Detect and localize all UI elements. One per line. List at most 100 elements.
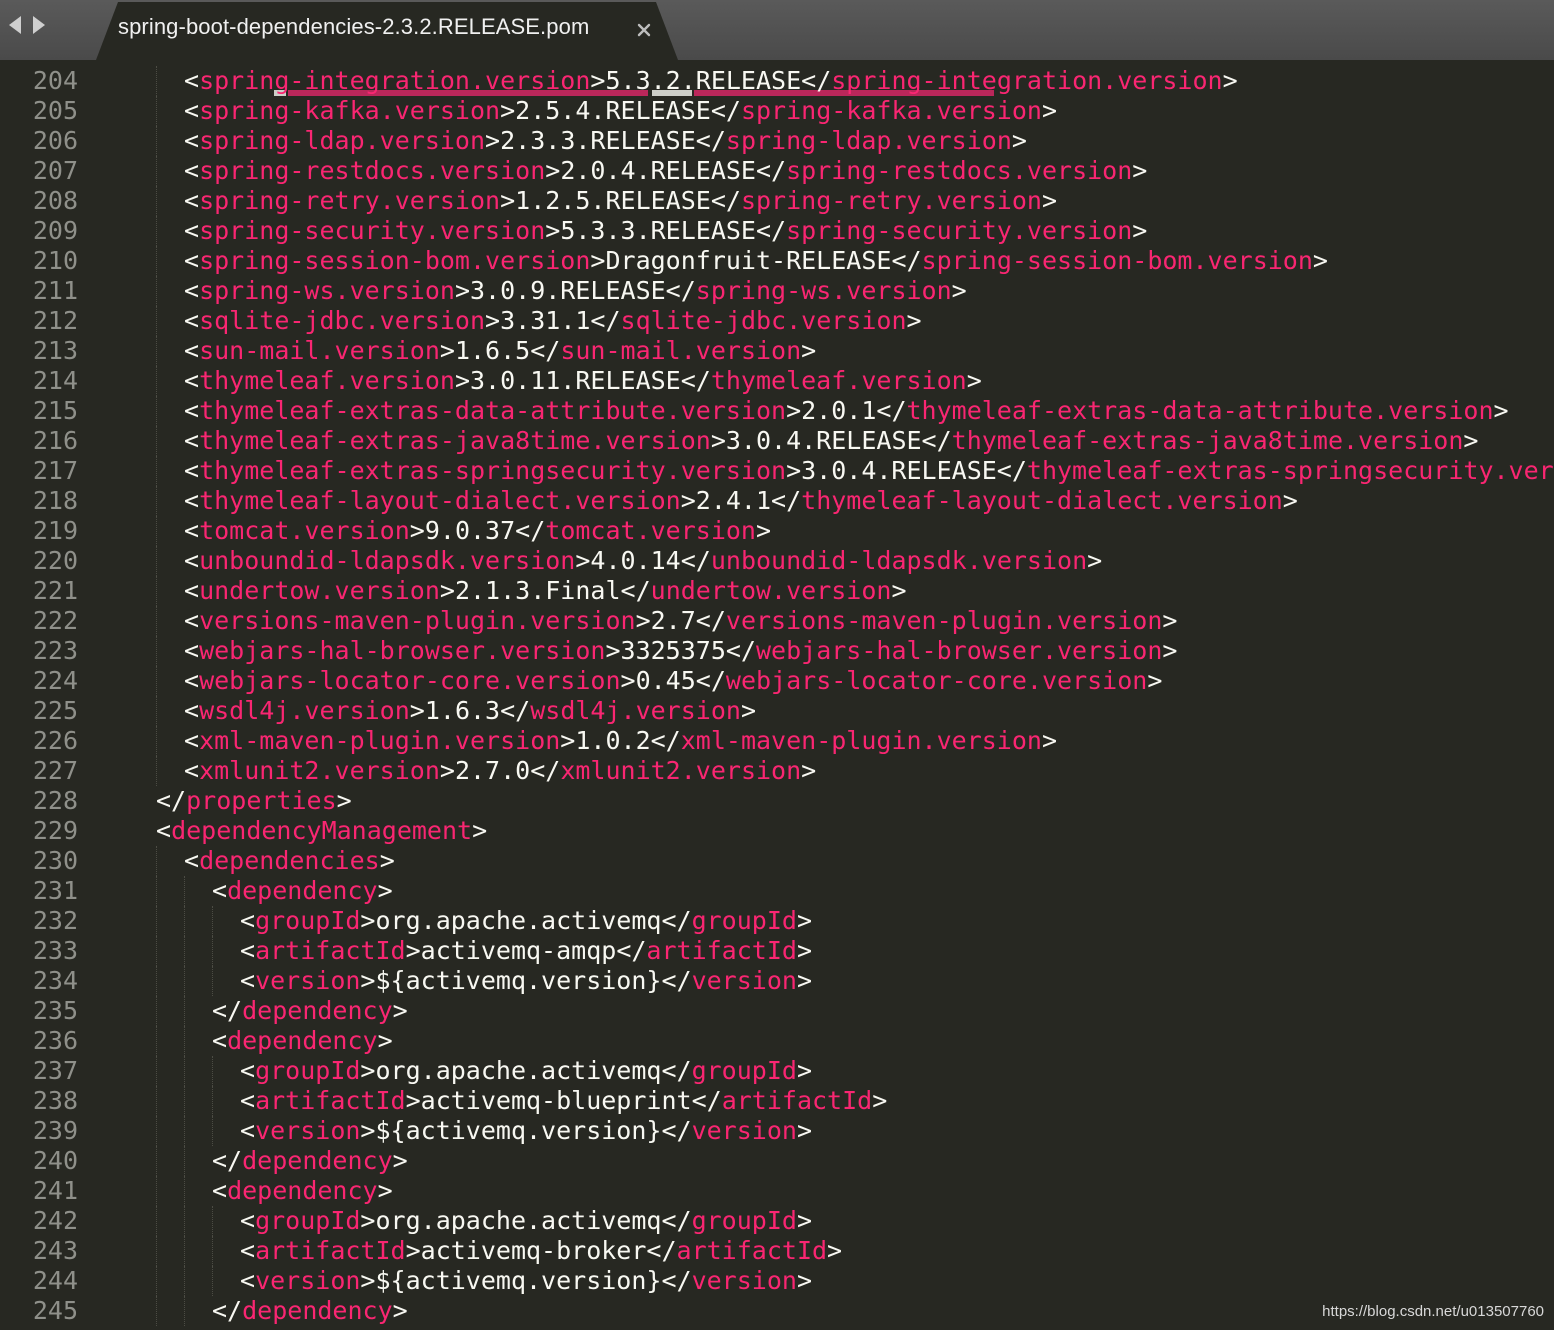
tag-name: spring-ldap.version [725,126,1012,155]
punctuation: < [184,606,200,635]
tag-name: thymeleaf-extras-springsecurity.version [199,456,787,485]
punctuation: </ [710,96,741,125]
punctuation: < [184,456,200,485]
tag-name: version [255,966,361,995]
line-number: 212 [32,306,78,335]
punctuation: < [184,126,200,155]
code-line: </dependency> [212,1296,408,1326]
code-line: <spring-session-bom.version>Dragonfruit-… [184,246,1328,276]
tag-name: artifactId [676,1236,828,1265]
line-number: 211 [32,276,78,305]
punctuation: > [377,1026,393,1055]
text-value: 2.5.4.RELEASE [515,96,711,125]
code-line: <dependency> [212,1026,393,1056]
punctuation: </ [876,396,907,425]
text-value: 4.0.14 [590,546,681,575]
indent-guide [184,876,185,906]
punctuation: > [500,96,516,125]
punctuation: > [796,1206,812,1235]
punctuation: > [360,1056,376,1085]
code-line: </properties> [156,786,352,816]
indent-guide [184,1176,185,1206]
punctuation: > [796,936,812,965]
tag-name: unboundid-ldapsdk.version [710,546,1088,575]
line-number: 210 [32,246,78,275]
tag-name: webjars-locator-core.version [725,666,1148,695]
indent-guide [156,726,157,756]
tag-name: artifactId [255,1236,406,1265]
tag-name: webjars-locator-core.version [199,666,621,695]
indent-guide [156,1146,157,1176]
punctuation: > [801,756,817,785]
punctuation: </ [661,1116,692,1145]
tab-title[interactable]: spring-boot-dependencies-2.3.2.RELEASE.p… [118,14,589,40]
text-value: ${activemq.version} [375,966,662,995]
punctuation: < [184,666,200,695]
code-area[interactable]: <spring-integration.version>5.3.2.RELEAS… [100,60,1554,1330]
chevron-left-icon[interactable] [6,14,24,36]
text-value: activemq-broker [420,1236,647,1265]
punctuation: > [872,1086,888,1115]
code-line: <sun-mail.version>1.6.5</sun-mail.versio… [184,336,816,366]
indent-guide [156,156,157,186]
punctuation: > [405,936,421,965]
indent-guide [156,876,157,906]
punctuation: < [184,546,200,575]
indent-guide [184,1056,185,1086]
indent-guide [156,756,157,786]
punctuation: < [184,306,200,335]
punctuation: > [796,966,812,995]
tag-name: tomcat.version [545,516,756,545]
indent-guide [156,96,157,126]
tab-bar: spring-boot-dependencies-2.3.2.RELEASE.p… [0,0,1554,60]
punctuation: </ [661,1266,692,1295]
punctuation: > [560,726,576,755]
punctuation: > [360,966,376,995]
line-number: 218 [32,486,78,515]
tag-name: tomcat.version [199,516,410,545]
indent-guide [156,276,157,306]
code-line: </dependency> [212,996,408,1026]
tag-name: spring-kafka.version [740,96,1042,125]
code-line: <spring-restdocs.version>2.0.4.RELEASE</… [184,156,1147,186]
code-line: <webjars-hal-browser.version>3325375</we… [184,636,1177,666]
punctuation: > [590,246,606,275]
indent-guide [156,966,157,996]
tag-name: xmlunit2.version [199,756,440,785]
punctuation: </ [771,486,802,515]
indent-guide [156,696,157,726]
line-number: 244 [32,1266,78,1295]
punctuation: > [796,906,812,935]
line-number: 238 [32,1086,78,1115]
chevron-right-icon[interactable] [30,14,48,36]
text-value: 2.0.4.RELEASE [560,156,756,185]
text-value: 2.1.3.Final [454,576,621,605]
tag-name: groupId [255,1206,361,1235]
punctuation: < [184,396,200,425]
code-line: <version>${activemq.version}</version> [240,1116,812,1146]
indent-guide [156,636,157,666]
code-line: <thymeleaf-extras-data-attribute.version… [184,396,1509,426]
line-number: 224 [32,666,78,695]
punctuation: > [439,336,455,365]
indent-guide [184,1206,185,1236]
punctuation: > [1132,156,1148,185]
punctuation: > [545,156,561,185]
tag-name: xml-maven-plugin.version [680,726,1042,755]
text-value: 5.3.2.RELEASE [605,66,802,95]
text-value: 1.6.3 [424,696,501,725]
tag-name: versions-maven-plugin.version [725,606,1163,635]
tag-name: thymeleaf-layout-dialect.version [199,486,681,515]
punctuation: > [1222,66,1238,95]
line-number: 222 [32,606,78,635]
close-icon[interactable] [634,20,654,40]
text-value: 2.7.0 [454,756,531,785]
editor[interactable]: 204 205 206 207 208 209 210 211 212 213 214 215 216 2… [0,60,1554,1330]
punctuation: > [1011,126,1027,155]
punctuation: </ [695,126,726,155]
indent-guide [184,1116,185,1146]
tag-name: version [691,966,797,995]
code-line: <spring-retry.version>1.2.5.RELEASE</spr… [184,186,1057,216]
code-line: <artifactId>activemq-blueprint</artifact… [240,1086,887,1116]
indent-guide [156,396,157,426]
